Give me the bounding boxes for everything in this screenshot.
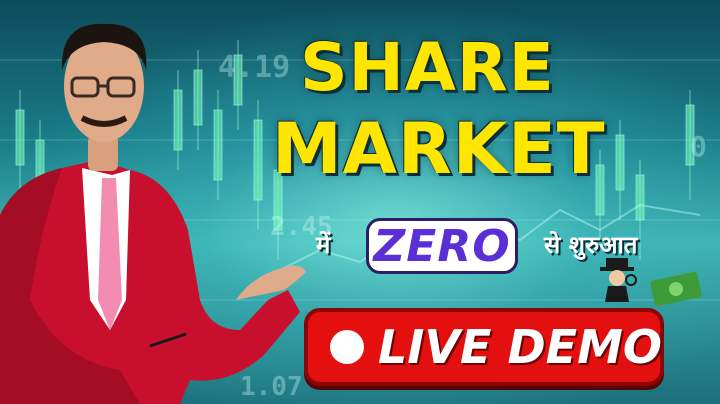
mascot-icon (600, 258, 637, 302)
thumbnail: 4.19 2.45 1.07 0 SHARE MARKET में ZERO स… (0, 0, 720, 404)
record-dot-icon (330, 330, 364, 364)
ticker-value-4: 0 (690, 130, 707, 163)
presenter-figure (0, 23, 306, 404)
zero-badge-text: ZERO (373, 220, 511, 272)
live-demo-label: LIVE DEMO (378, 320, 662, 374)
zero-badge: ZERO (366, 218, 518, 274)
subheading-prefix: में (316, 231, 331, 259)
money-icon (650, 271, 702, 307)
live-demo-badge: LIVE DEMO (304, 308, 664, 386)
subheading-row: में ZERO से शुरुआत (312, 214, 702, 278)
headline-share: SHARE (300, 29, 555, 106)
headline-market: MARKET (272, 108, 606, 190)
